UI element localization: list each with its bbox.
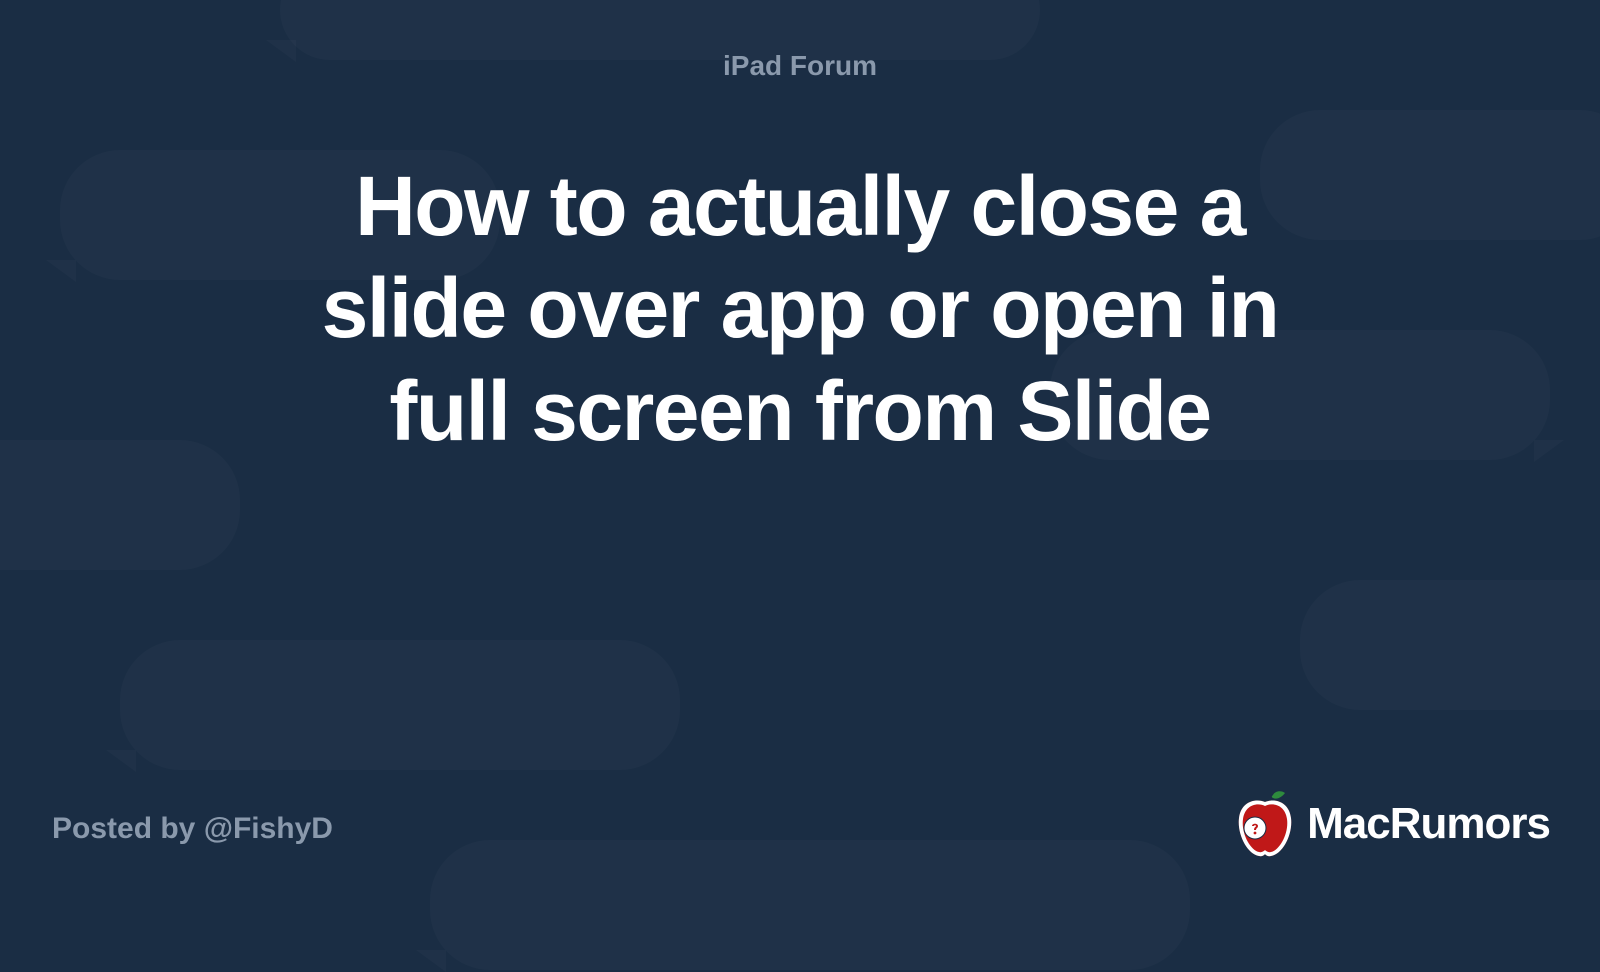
brand-name: MacRumors xyxy=(1307,799,1550,849)
posted-by: Posted by @FishyD xyxy=(52,812,333,846)
forum-category: iPad Forum xyxy=(0,50,1600,82)
site-logo: MacRumors xyxy=(1235,790,1550,858)
apple-bite-icon xyxy=(1235,790,1295,858)
thread-title: How to actually close a slide over app o… xyxy=(320,155,1280,462)
